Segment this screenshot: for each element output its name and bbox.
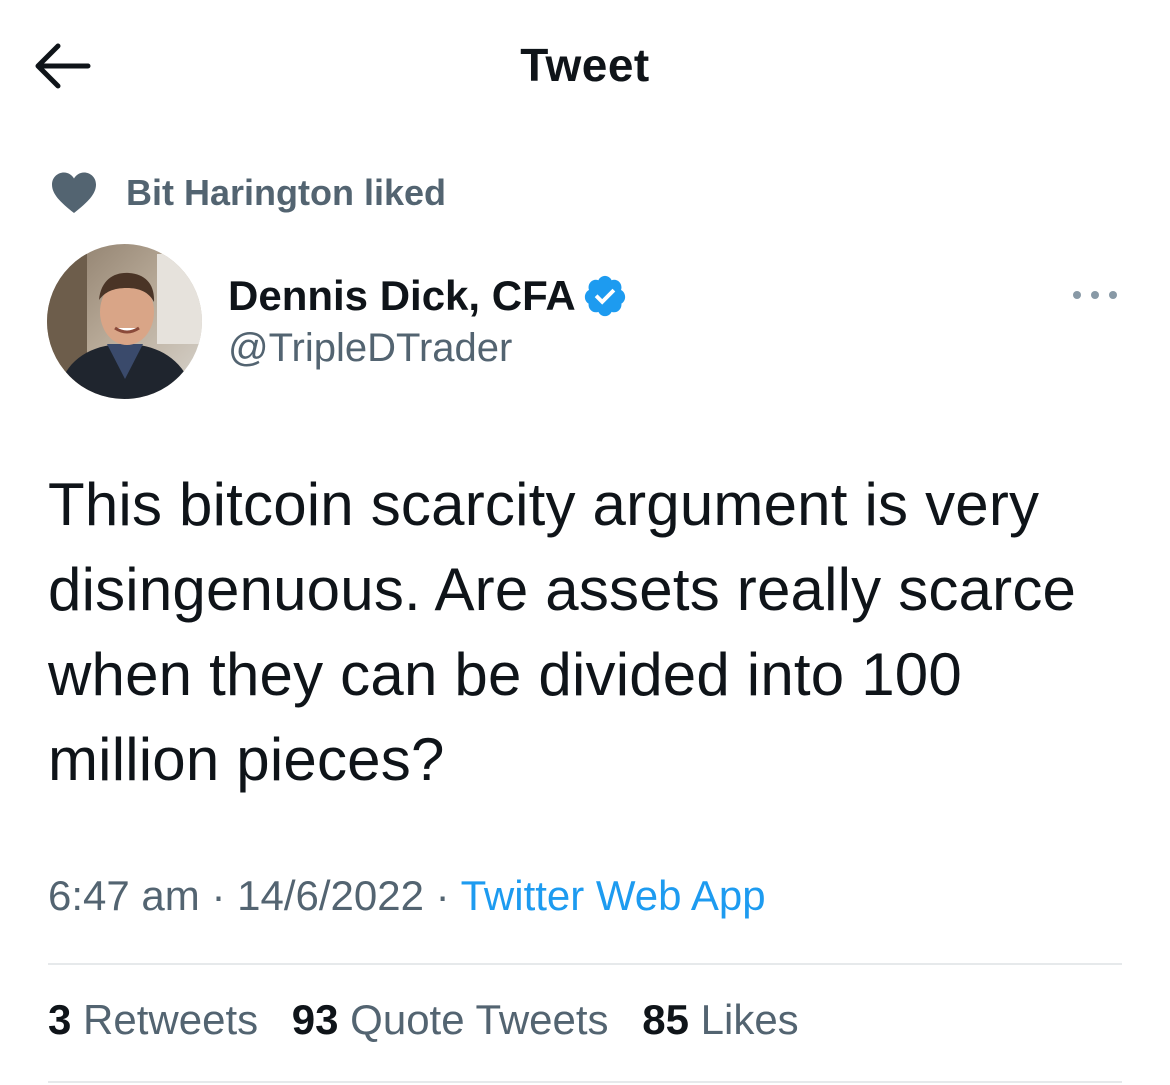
quote-tweets-stat[interactable]: 93 Quote Tweets (292, 996, 609, 1043)
tweet-text: This bitcoin scarcity argument is very d… (48, 471, 1077, 793)
likes-count: 85 (642, 996, 689, 1043)
tweet-source-link[interactable]: Twitter Web App (461, 872, 766, 919)
heart-icon (52, 172, 96, 213)
tweet-date[interactable]: 14/6/2022 (237, 872, 424, 919)
profile-photo (47, 244, 202, 399)
tweet-meta: 6:47 am · 14/6/2022 · Twitter Web App (48, 872, 766, 920)
page-title: Tweet (520, 39, 650, 91)
meta-separator: · (211, 872, 226, 919)
meta-separator: · (435, 872, 450, 919)
retweets-label: Retweets (83, 996, 259, 1043)
quote-tweets-label: Quote Tweets (350, 996, 609, 1043)
more-options-button[interactable] (1068, 280, 1122, 310)
social-context-text: Bit Harington liked (126, 172, 447, 213)
author-name[interactable]: Dennis Dick, CFA (228, 272, 576, 320)
retweets-count: 3 (48, 996, 72, 1043)
avatar[interactable] (47, 244, 202, 399)
quote-tweets-count: 93 (291, 996, 339, 1043)
author-name-row: Dennis Dick, CFA (228, 268, 628, 324)
more-horizontal-icon (1073, 291, 1117, 299)
social-context[interactable]: Bit Harington liked (50, 168, 446, 218)
tweet-time[interactable]: 6:47 am (48, 872, 200, 919)
top-bar: Tweet (0, 0, 1170, 135)
retweets-stat[interactable]: 3 Retweets (48, 996, 258, 1043)
divider (48, 1081, 1122, 1083)
likes-stat[interactable]: 85 Likes (642, 996, 798, 1043)
author-handle[interactable]: @TripleDTrader (228, 326, 512, 371)
likes-label: Likes (700, 996, 799, 1043)
tweet-stats: 3 Retweets 93 Quote Tweets 85 Likes (48, 996, 821, 1044)
verified-badge-icon (584, 275, 625, 317)
divider (48, 963, 1122, 965)
